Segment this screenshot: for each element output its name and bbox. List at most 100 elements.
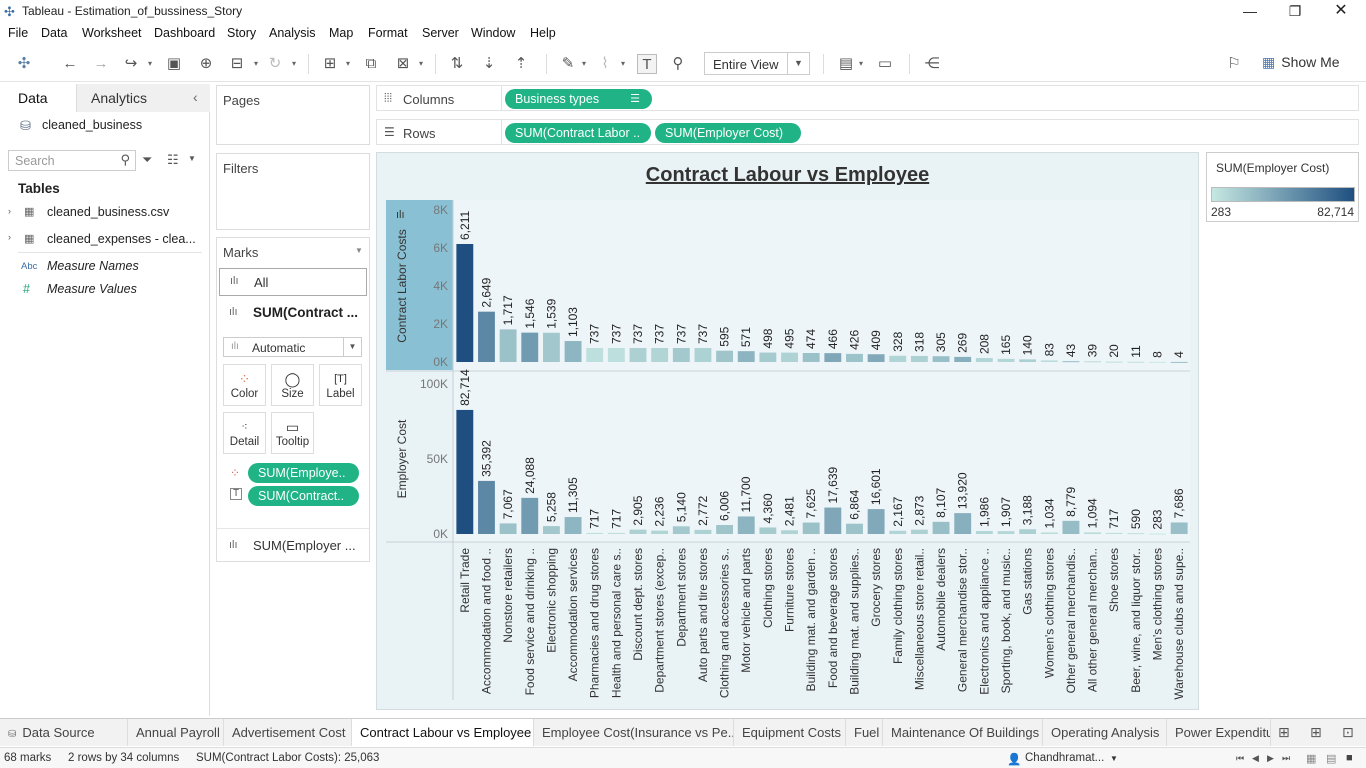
tab-fuel[interactable]: Fuel bbox=[846, 719, 883, 746]
marks-sheet2-tab[interactable]: ılı SUM(Employer ... bbox=[219, 534, 367, 558]
sort-descending-icon[interactable]: ⇡ bbox=[511, 54, 531, 74]
marks-all-tab[interactable]: ılı All bbox=[219, 268, 367, 296]
menu-server[interactable]: Server bbox=[422, 26, 459, 40]
share-icon[interactable]: ⋲ bbox=[922, 54, 942, 74]
save-icon[interactable]: ▣ bbox=[164, 54, 184, 74]
prev-sheet-icon[interactable]: ◀ bbox=[1252, 753, 1259, 764]
show-cards-dropdown-icon[interactable]: ▾ bbox=[859, 54, 867, 74]
employer-cost-pill[interactable]: SUM(Employer Cost) bbox=[655, 123, 801, 143]
show-cards-icon[interactable]: ▤ bbox=[836, 54, 856, 74]
new-dashboard-tab-icon[interactable]: ⊞ bbox=[1310, 724, 1322, 741]
measure-names-field[interactable]: Measure Names bbox=[47, 259, 139, 273]
new-story-tab-icon[interactable]: ⊡ bbox=[1342, 724, 1354, 741]
filmstrip-icon[interactable]: ▤ bbox=[1326, 752, 1336, 765]
contract-labor-pill[interactable]: SUM(Contract Labor .. bbox=[505, 123, 651, 143]
menu-format[interactable]: Format bbox=[368, 26, 408, 40]
menu-dashboard[interactable]: Dashboard bbox=[154, 26, 215, 40]
menu-file[interactable]: File bbox=[8, 26, 28, 40]
next-sheet-icon[interactable]: ▶ bbox=[1267, 753, 1274, 764]
table-item[interactable]: cleaned_expenses - clea... bbox=[47, 232, 196, 246]
tab-contract-labour-vs-employee[interactable]: Contract Labour vs Employee bbox=[352, 719, 534, 746]
tab-maintenance[interactable]: Maintenance Of Buildings bbox=[883, 719, 1043, 746]
size-button[interactable]: ◯ Size bbox=[271, 364, 314, 406]
highlight-dropdown-icon[interactable]: ▾ bbox=[582, 54, 590, 74]
chevron-down-icon[interactable]: ▼ bbox=[343, 338, 361, 356]
label-pill[interactable]: SUM(Contract.. bbox=[248, 486, 359, 506]
collapse-pane-icon[interactable]: ‹ bbox=[193, 89, 198, 105]
chevron-down-icon[interactable]: ▼ bbox=[787, 53, 809, 74]
measure-values-field[interactable]: Measure Values bbox=[47, 282, 137, 296]
tabs-view-icon[interactable]: ■ bbox=[1346, 752, 1353, 764]
tab-operating-analysis[interactable]: Operating Analysis bbox=[1043, 719, 1167, 746]
refresh-icon[interactable]: ↻ bbox=[265, 54, 285, 74]
tab-advertisement-cost[interactable]: Advertisement Cost bbox=[224, 719, 352, 746]
close-icon[interactable]: ✕ bbox=[1318, 0, 1364, 24]
replay-dropdown-icon[interactable]: ▾ bbox=[148, 54, 156, 74]
color-pill[interactable]: SUM(Employe.. bbox=[248, 463, 359, 483]
table-item[interactable]: cleaned_business.csv bbox=[47, 205, 169, 219]
menu-help[interactable]: Help bbox=[530, 26, 556, 40]
tab-power-expenditure[interactable]: Power Expenditu bbox=[1167, 719, 1271, 746]
datasource-name[interactable]: cleaned_business bbox=[42, 118, 142, 132]
detail-button[interactable]: ⁖ Detail bbox=[223, 412, 266, 454]
clear-dropdown-icon[interactable]: ▾ bbox=[419, 54, 427, 74]
new-worksheet-icon[interactable]: ⊞ bbox=[320, 54, 340, 74]
business-types-pill[interactable]: Business types ☰ bbox=[505, 89, 652, 109]
expand-icon[interactable]: › bbox=[8, 232, 11, 242]
duplicate-sheet-icon[interactable]: ⧉ bbox=[361, 54, 381, 74]
view-options-icon[interactable]: ☷ bbox=[167, 152, 179, 168]
clear-sheet-icon[interactable]: ⊠ bbox=[393, 54, 413, 74]
show-mark-labels-icon[interactable]: T bbox=[637, 54, 657, 74]
menu-worksheet[interactable]: Worksheet bbox=[82, 26, 142, 40]
filter-icon[interactable]: ⏷ bbox=[142, 152, 152, 168]
user-dropdown-icon[interactable]: ▼ bbox=[1110, 754, 1118, 763]
last-sheet-icon[interactable]: ⏭ bbox=[1282, 753, 1290, 764]
redo-icon[interactable]: → bbox=[91, 54, 111, 74]
tab-data-source[interactable]: ⛁ Data Source bbox=[0, 719, 128, 746]
highlight-icon[interactable]: ✎ bbox=[558, 54, 578, 74]
menu-analysis[interactable]: Analysis bbox=[269, 26, 316, 40]
undo-icon[interactable]: ← bbox=[60, 54, 80, 74]
tab-analytics[interactable]: Analytics ‹ bbox=[76, 84, 210, 112]
replay-icon[interactable]: ↪ bbox=[121, 54, 141, 74]
marks-sheet1-tab[interactable]: ılı SUM(Contract ... bbox=[219, 300, 367, 328]
swap-rows-columns-icon[interactable]: ⇅ bbox=[447, 54, 467, 74]
fit-dropdown[interactable]: Entire View ▼ bbox=[704, 52, 810, 75]
restore-icon[interactable]: ❐ bbox=[1272, 0, 1318, 24]
format-painter-icon[interactable]: ⚐ bbox=[1224, 54, 1244, 74]
color-button[interactable]: ⁘ Color bbox=[223, 364, 266, 406]
tableau-home-icon[interactable]: ✣ bbox=[14, 54, 34, 74]
group-members-icon[interactable]: ⌇ bbox=[595, 54, 615, 74]
sheet-sorter-icon[interactable]: ▦ bbox=[1306, 752, 1316, 765]
tooltip-button[interactable]: ▭ Tooltip bbox=[271, 412, 314, 454]
columns-shelf[interactable]: ⦙⦙⦙ Columns Business types ☰ bbox=[376, 85, 1359, 111]
menu-map[interactable]: Map bbox=[329, 26, 353, 40]
expand-icon[interactable]: › bbox=[8, 206, 11, 216]
search-input[interactable]: Search ⚲ bbox=[8, 150, 136, 171]
marks-dropdown-icon[interactable]: ▼ bbox=[355, 246, 363, 255]
tab-annual-payroll[interactable]: Annual Payroll bbox=[128, 719, 224, 746]
mark-type-dropdown[interactable]: ılı Automatic ▼ bbox=[223, 337, 362, 357]
pause-dropdown-icon[interactable]: ▾ bbox=[254, 54, 262, 74]
tab-equipment-costs[interactable]: Equipment Costs bbox=[734, 719, 846, 746]
rows-shelf[interactable]: ☰ Rows SUM(Contract Labor .. SUM(Employe… bbox=[376, 119, 1359, 145]
label-button[interactable]: [T] Label bbox=[319, 364, 362, 406]
group-dropdown-icon[interactable]: ▾ bbox=[621, 54, 629, 74]
pause-updates-icon[interactable]: ⊟ bbox=[227, 54, 247, 74]
new-worksheet-tab-icon[interactable]: ⊞ bbox=[1278, 724, 1290, 741]
show-me-button[interactable]: ▦ Show Me bbox=[1262, 54, 1340, 71]
menu-window[interactable]: Window bbox=[471, 26, 515, 40]
status-user[interactable]: Chandhramat... bbox=[1025, 752, 1104, 764]
sort-ascending-icon[interactable]: ⇣ bbox=[479, 54, 499, 74]
tab-data[interactable]: Data bbox=[0, 84, 76, 112]
view-options-dropdown-icon[interactable]: ▼ bbox=[188, 154, 196, 163]
tab-employee-cost[interactable]: Employee Cost(Insurance vs Pe... bbox=[534, 719, 734, 746]
presentation-mode-icon[interactable]: ▭ bbox=[875, 54, 895, 74]
first-sheet-icon[interactable]: ⏮ bbox=[1236, 753, 1244, 764]
filters-shelf[interactable]: Filters bbox=[216, 153, 370, 230]
menu-story[interactable]: Story bbox=[227, 26, 256, 40]
new-worksheet-dropdown-icon[interactable]: ▾ bbox=[346, 54, 354, 74]
new-datasource-icon[interactable]: ⊕ bbox=[196, 54, 216, 74]
pages-shelf[interactable]: Pages bbox=[216, 85, 370, 145]
minimize-icon[interactable]: — bbox=[1227, 0, 1273, 24]
